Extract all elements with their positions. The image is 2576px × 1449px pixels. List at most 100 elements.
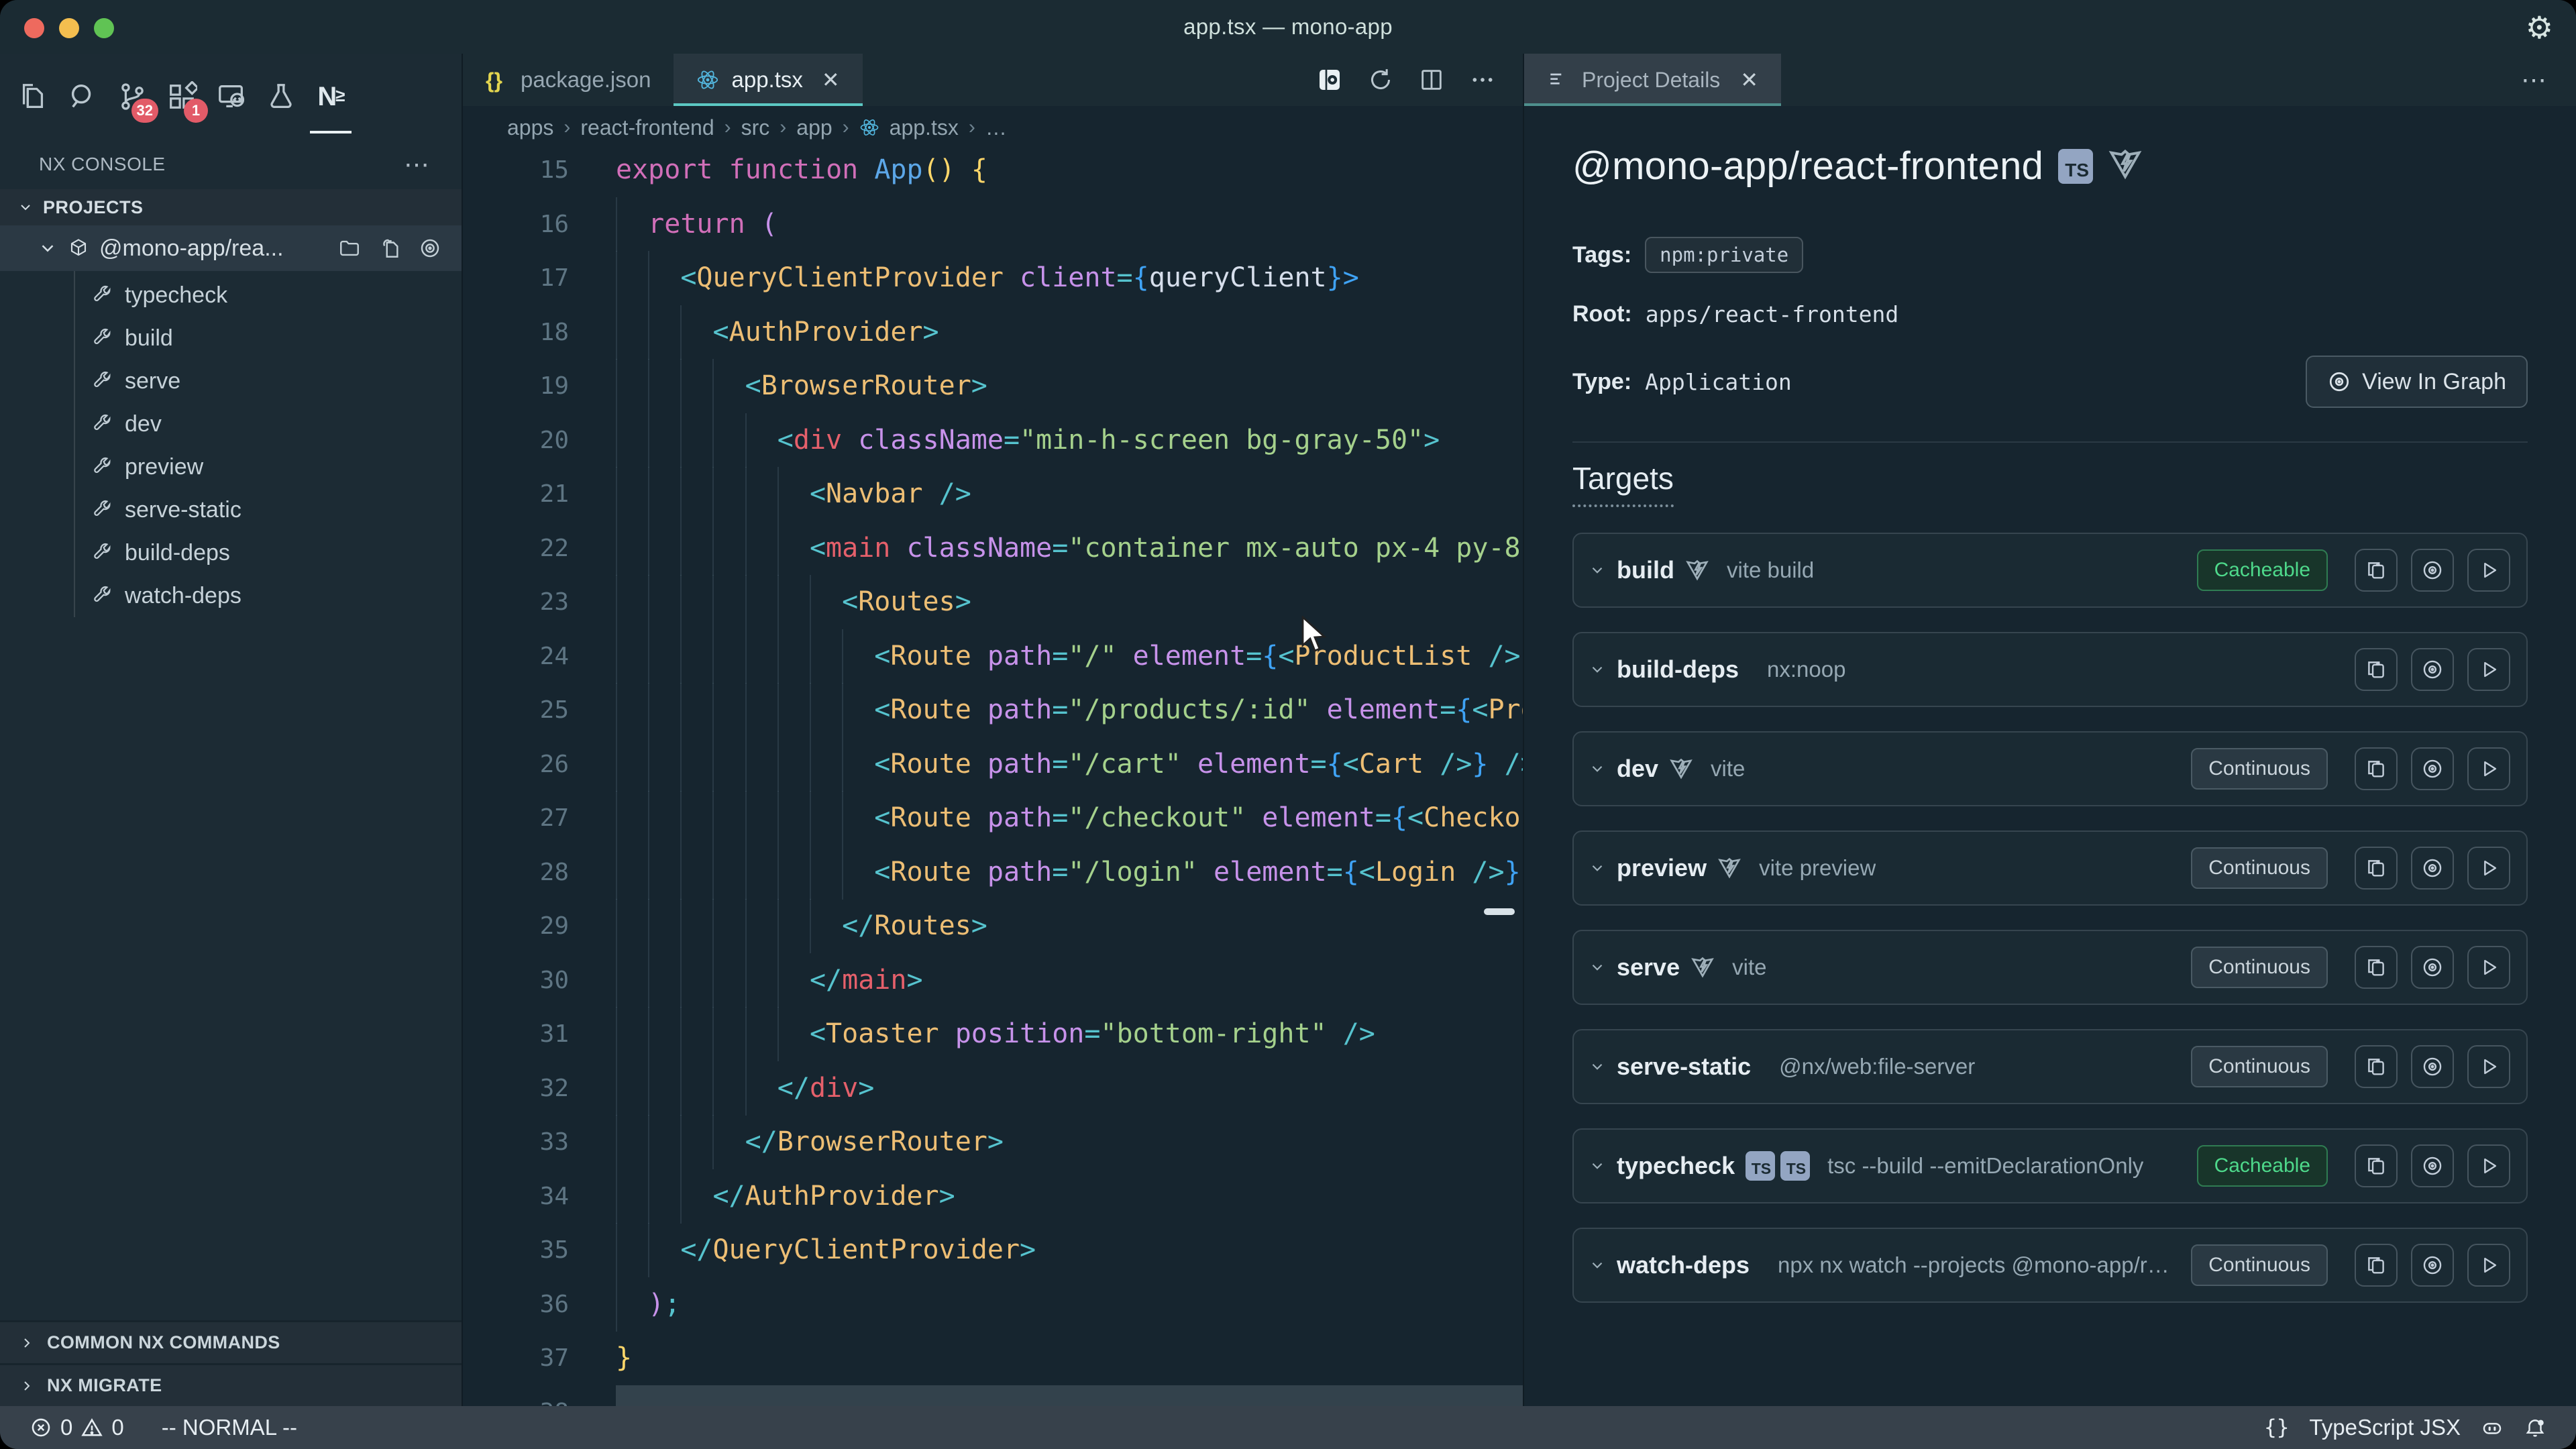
eye-button[interactable] — [2411, 1144, 2454, 1187]
play-button[interactable] — [2467, 648, 2510, 691]
target-card-dev[interactable]: devviteContinuous — [1572, 731, 2528, 806]
sidebar-target-build[interactable]: build — [0, 317, 462, 360]
copy-button[interactable] — [2355, 747, 2398, 790]
play-button[interactable] — [2467, 1045, 2510, 1088]
gear-icon[interactable]: ⚙ — [2526, 9, 2553, 46]
sidebar-more-icon[interactable]: ⋯ — [404, 150, 429, 180]
view-in-graph-button[interactable]: View In Graph — [2306, 356, 2528, 408]
tag-pill: npm:private — [1645, 237, 1803, 273]
beaker-icon — [266, 81, 297, 112]
minimize-window-button[interactable] — [59, 18, 79, 38]
sidebar-section-nx-migrate[interactable]: NX MIGRATE — [0, 1363, 462, 1406]
language-indicator[interactable]: TypeScript JSX — [2309, 1415, 2461, 1440]
tab-project-details[interactable]: Project Details ✕ — [1524, 54, 1781, 106]
target-card-typecheck[interactable]: typecheckTSTStsc --build --emitDeclarati… — [1572, 1128, 2528, 1203]
open-project-details-button[interactable] — [1316, 66, 1343, 93]
split-editor-button[interactable] — [1418, 66, 1445, 93]
play-button[interactable] — [2467, 1144, 2510, 1187]
code-line-18: 18<AuthProvider> — [463, 305, 1523, 360]
more-actions-button[interactable] — [1469, 66, 1496, 93]
sidebar-target-serve-static[interactable]: serve-static — [0, 488, 462, 531]
copy-button[interactable] — [2355, 1045, 2398, 1088]
code-line-36: 36); — [463, 1277, 1523, 1332]
target-card-build[interactable]: buildvite buildCacheable — [1572, 533, 2528, 608]
target-card-preview[interactable]: previewvite previewContinuous — [1572, 830, 2528, 906]
breadcrumb-item[interactable]: src — [741, 115, 770, 140]
play-button[interactable] — [2467, 1244, 2510, 1287]
target-card-serve-static[interactable]: serve-static@nx/web:file-serverContinuou… — [1572, 1029, 2528, 1104]
zoom-window-button[interactable] — [94, 18, 114, 38]
sidebar-section-common-nx-commands[interactable]: COMMON NX COMMANDS — [0, 1320, 462, 1363]
eye-button[interactable] — [2411, 1045, 2454, 1088]
problems-indicator[interactable]: 0 0 — [30, 1415, 124, 1440]
chevron-down-icon — [1589, 859, 1606, 877]
sidebar-target-dev[interactable]: dev — [0, 402, 462, 445]
target-card-watch-deps[interactable]: watch-depsnpx nx watch --projects @mono-… — [1572, 1228, 2528, 1303]
breadcrumb-item[interactable]: app.tsx — [890, 115, 959, 140]
breadcrumb-item[interactable]: app — [796, 115, 832, 140]
target-name: preview — [1617, 854, 1707, 882]
sidebar-target-watch-deps[interactable]: watch-deps — [0, 574, 462, 617]
panel-more-icon[interactable]: ⋯ — [2521, 65, 2576, 95]
copy-button[interactable] — [2355, 1244, 2398, 1287]
sidebar-target-serve[interactable]: serve — [0, 360, 462, 402]
line-number: 25 — [463, 683, 569, 737]
play-button[interactable] — [2467, 549, 2510, 592]
eye-button[interactable] — [2411, 648, 2454, 691]
copy-button[interactable] — [2355, 648, 2398, 691]
breadcrumb[interactable]: apps›react-frontend›src›app›app.tsx›… — [463, 106, 1523, 149]
breadcrumb-separator: › — [969, 116, 975, 139]
eye-button[interactable] — [2411, 1244, 2454, 1287]
type-label: Type: — [1572, 369, 1631, 395]
line-number: 30 — [463, 953, 569, 1008]
refresh-button[interactable] — [1367, 66, 1394, 93]
target-card-build-deps[interactable]: build-depsnx:noop — [1572, 632, 2528, 707]
activity-item-nx-console[interactable]: N≥ — [306, 60, 356, 133]
code-line-16: 16return ( — [463, 197, 1523, 252]
close-window-button[interactable] — [24, 18, 44, 38]
activity-item-extensions[interactable]: 1 — [157, 60, 207, 133]
target-card-serve[interactable]: serveviteContinuous — [1572, 930, 2528, 1005]
tab-label: app.tsx — [731, 67, 802, 93]
play-button[interactable] — [2467, 946, 2510, 989]
line-number: 31 — [463, 1007, 569, 1061]
activity-item-testing[interactable] — [256, 60, 306, 133]
close-icon[interactable]: ✕ — [1740, 67, 1758, 93]
eye-button[interactable] — [2411, 847, 2454, 890]
activity-item-source-control[interactable]: 32 — [107, 60, 157, 133]
target-tech-icons — [1717, 856, 1741, 880]
sidebar-project-row[interactable]: @mono-app/rea... — [0, 225, 462, 271]
sidebar-target-build-deps[interactable]: build-deps — [0, 531, 462, 574]
wrench-icon — [91, 370, 113, 392]
tab-app-tsx[interactable]: app.tsx ✕ — [674, 54, 862, 106]
code-line-20: 20<div className="min-h-screen bg-gray-5… — [463, 413, 1523, 468]
eye-button[interactable] — [2411, 946, 2454, 989]
sidebar-target-typecheck[interactable]: typecheck — [0, 274, 462, 317]
wrench-icon — [91, 542, 113, 564]
activity-item-search[interactable] — [58, 60, 107, 133]
eye-button[interactable] — [2411, 549, 2454, 592]
copy-button[interactable] — [2355, 847, 2398, 890]
projects-section-header[interactable]: PROJECTS — [0, 189, 462, 225]
play-button[interactable] — [2467, 847, 2510, 890]
chevron-down-icon — [1589, 561, 1606, 579]
copy-button[interactable] — [2355, 1144, 2398, 1187]
close-icon[interactable]: ✕ — [822, 67, 840, 93]
tab-package-json[interactable]: {}package.json — [463, 54, 674, 106]
breadcrumb-item[interactable]: … — [985, 115, 1007, 140]
sidebar: 321N≥ NX CONSOLE ⋯ PROJECTS @mono-app/re… — [0, 54, 463, 1406]
code-text: <main className="container mx-auto px-4 … — [810, 521, 1523, 576]
activity-item-explorer[interactable] — [8, 60, 58, 133]
target-name: serve — [1617, 953, 1680, 981]
wrench-icon — [91, 585, 113, 606]
eye-button[interactable] — [2411, 747, 2454, 790]
play-button[interactable] — [2467, 747, 2510, 790]
code-line-24: 24<Route path="/" element={<ProductList … — [463, 629, 1523, 684]
copy-button[interactable] — [2355, 946, 2398, 989]
code-area[interactable]: 15export function App() {16return (17<Qu… — [463, 149, 1523, 1406]
sidebar-target-preview[interactable]: preview — [0, 445, 462, 488]
breadcrumb-item[interactable]: react-frontend — [580, 115, 714, 140]
breadcrumb-item[interactable]: apps — [507, 115, 553, 140]
copy-button[interactable] — [2355, 549, 2398, 592]
activity-item-remote-explorer[interactable] — [207, 60, 256, 133]
